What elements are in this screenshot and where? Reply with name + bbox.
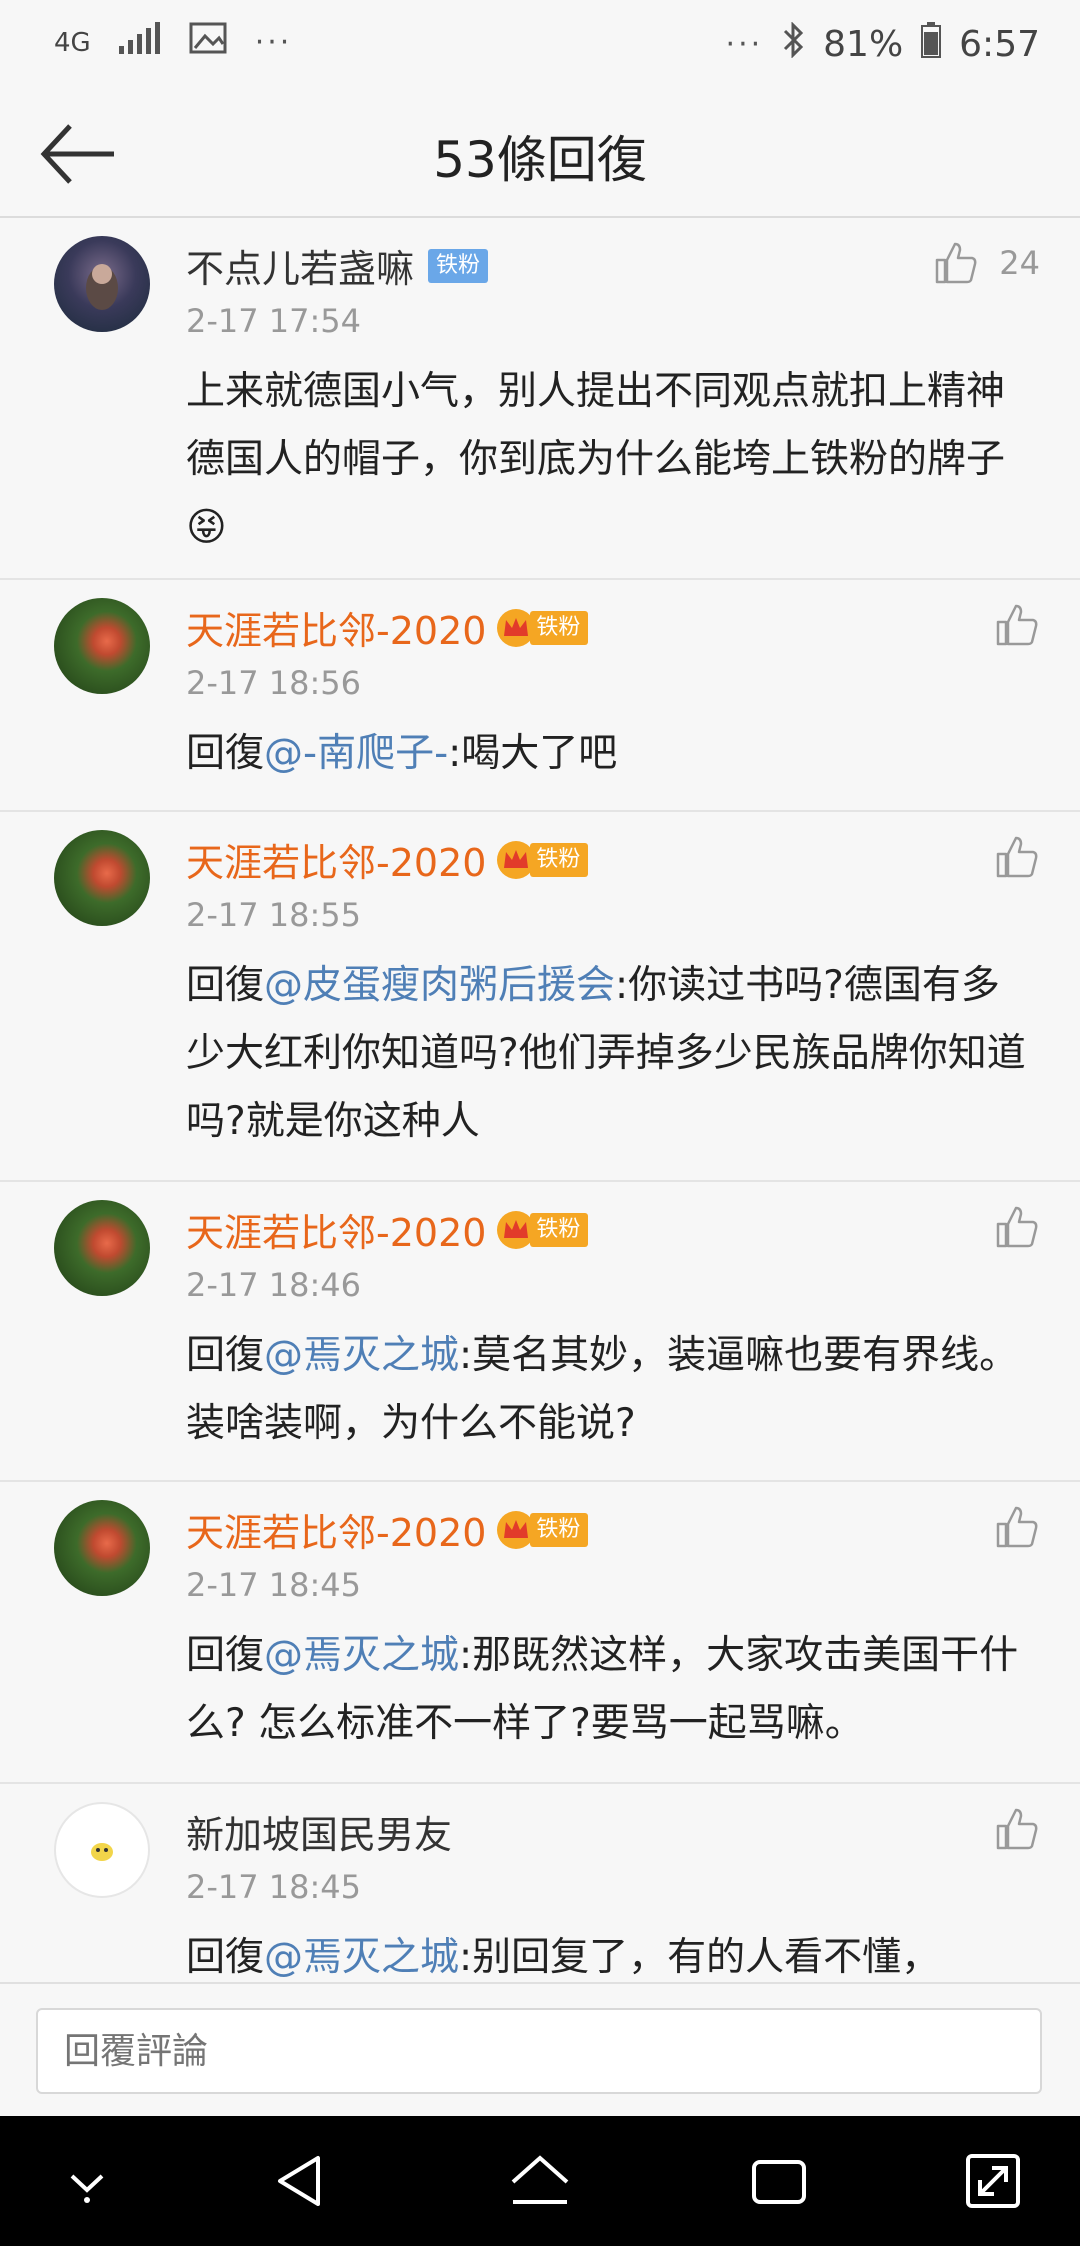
- avatar[interactable]: [54, 1500, 150, 1596]
- thumbs-up-icon: [996, 1506, 1038, 1548]
- crown-fan-badge: 铁粉: [496, 840, 589, 880]
- back-triangle-icon: [278, 2156, 320, 2206]
- more-notifications-icon: ···: [254, 25, 293, 60]
- top-bar: 53條回復: [0, 92, 1080, 218]
- reply-input[interactable]: [36, 2008, 1042, 2094]
- battery-icon: [921, 22, 942, 67]
- comment-list: 不点儿若盏嘛 铁粉 2-17 17:54 24 上来就德国小气，别人提出不同观点…: [0, 218, 1080, 1982]
- signal-icon: [118, 22, 161, 63]
- image-icon: [189, 22, 227, 63]
- like-count: 24: [999, 244, 1040, 282]
- like-button[interactable]: [994, 1204, 1040, 1250]
- thumbs-up-icon: [996, 1206, 1038, 1248]
- mention-link[interactable]: @皮蛋瘦肉粥后援会: [264, 963, 615, 1008]
- thumbs-up-icon: [996, 604, 1038, 646]
- network-indicator: 4G: [54, 27, 91, 58]
- comment-item: 天涯若比邻-2020 铁粉 2-17 18:45 回復@焉灭之城:那既然这样，大…: [0, 1482, 1080, 1784]
- comment-text: 回復@皮蛋瘦肉粥后援会:你读过书吗?德国有多少大红利你知道吗?他们弄掉多少民族品…: [186, 963, 1026, 1144]
- like-button[interactable]: [994, 834, 1040, 880]
- clock: 6:57: [959, 24, 1040, 65]
- thumbs-up-icon: [936, 242, 977, 284]
- expand-icon: [966, 2154, 1020, 2208]
- comment-author[interactable]: 新加坡国民男友: [186, 1804, 452, 1859]
- comment-time: 2-17 18:45: [186, 1566, 362, 1604]
- comment-text: 回復@焉灭之城:莫名其妙，装逼嘛也要有界线。装啥装啊，为什么不能说?: [186, 1333, 1019, 1446]
- comment-author[interactable]: 不点儿若盏嘛: [186, 238, 414, 293]
- comment-time: 2-17 18:45: [186, 1868, 362, 1906]
- comment-body: 上来就德国小气，别人提出不同观点就扣上精神德国人的帽子，你到底为什么能垮上铁粉的…: [186, 369, 1006, 482]
- avatar[interactable]: [54, 1200, 150, 1296]
- hide-keyboard-button[interactable]: [52, 2146, 122, 2216]
- recent-apps-button[interactable]: [744, 2146, 814, 2216]
- chevron-down-icon: [70, 2174, 104, 2203]
- fan-badge: 铁粉: [428, 248, 489, 283]
- comment-item: 不点儿若盏嘛 铁粉 2-17 17:54 24 上来就德国小气，别人提出不同观点…: [0, 218, 1080, 580]
- back-nav-button[interactable]: [266, 2146, 336, 2216]
- more-status-icon: ···: [725, 27, 764, 62]
- comment-author[interactable]: 天涯若比邻-2020: [186, 1502, 486, 1557]
- comment-text: 回復@-南爬子-:喝大了吧: [186, 731, 618, 776]
- home-button[interactable]: [505, 2146, 575, 2216]
- home-icon: [511, 2155, 569, 2204]
- comment-item: 天涯若比邻-2020 铁粉 2-17 18:46 回復@焉灭之城:莫名其妙，装逼…: [0, 1182, 1080, 1482]
- comment-author[interactable]: 天涯若比邻-2020: [186, 600, 486, 655]
- reply-bar: [0, 1982, 1080, 2118]
- bluetooth-icon: [781, 21, 805, 67]
- recents-icon: [752, 2160, 806, 2204]
- like-button[interactable]: [994, 1504, 1040, 1550]
- thumbs-up-icon: [996, 1808, 1038, 1850]
- mention-link[interactable]: @焉灭之城: [264, 1333, 459, 1378]
- crown-fan-badge: 铁粉: [496, 1210, 589, 1250]
- comment-author[interactable]: 天涯若比邻-2020: [186, 1202, 486, 1257]
- like-button[interactable]: [994, 602, 1040, 648]
- comment-time: 2-17 18:56: [186, 664, 362, 702]
- comment-time: 2-17 18:46: [186, 1266, 362, 1304]
- comment-item: 天涯若比邻-2020 铁粉 2-17 18:56 回復@-南爬子-:喝大了吧: [0, 580, 1080, 812]
- mention-link[interactable]: @焉灭之城: [264, 1633, 459, 1678]
- comment-text: 回復@焉灭之城:别回复了，有的人看不懂，: [186, 1935, 941, 1980]
- comment-author[interactable]: 天涯若比邻-2020: [186, 832, 486, 887]
- thumbs-up-icon: [996, 836, 1038, 878]
- expand-button[interactable]: [958, 2146, 1028, 2216]
- comment-item: 新加坡国民男友 2-17 18:45 回復@焉灭之城:别回复了，有的人看不懂，: [0, 1784, 1080, 1982]
- comment-item: 天涯若比邻-2020 铁粉 2-17 18:55 回復@皮蛋瘦肉粥后援会:你读过…: [0, 812, 1080, 1182]
- crown-fan-badge: 铁粉: [496, 1510, 589, 1550]
- like-button[interactable]: [994, 1806, 1040, 1852]
- crown-fan-badge: 铁粉: [496, 608, 589, 648]
- navigation-bar: [0, 2116, 1080, 2246]
- grin-emoji-icon: 😝: [186, 505, 227, 550]
- status-bar: 4G ··· ··· 81% 6:57: [0, 0, 1080, 92]
- comment-text: 回復@焉灭之城:那既然这样，大家攻击美国干什么? 怎么标准不一样了?要骂一起骂嘛…: [186, 1633, 1019, 1746]
- avatar[interactable]: [54, 830, 150, 926]
- page-title: 53條回復: [433, 131, 647, 189]
- like-button[interactable]: 24: [933, 240, 1040, 286]
- mention-link[interactable]: @-南爬子-: [264, 731, 448, 776]
- avatar[interactable]: [54, 598, 150, 694]
- comment-time: 2-17 18:55: [186, 896, 362, 934]
- avatar[interactable]: [54, 236, 150, 332]
- battery-percent: 81%: [823, 24, 904, 65]
- comment-time: 2-17 17:54: [186, 302, 362, 340]
- avatar[interactable]: [54, 1802, 150, 1898]
- comment-text: 上来就德国小气，别人提出不同观点就扣上精神德国人的帽子，你到底为什么能垮上铁粉的…: [186, 358, 1036, 562]
- mention-link[interactable]: @焉灭之城: [264, 1935, 459, 1980]
